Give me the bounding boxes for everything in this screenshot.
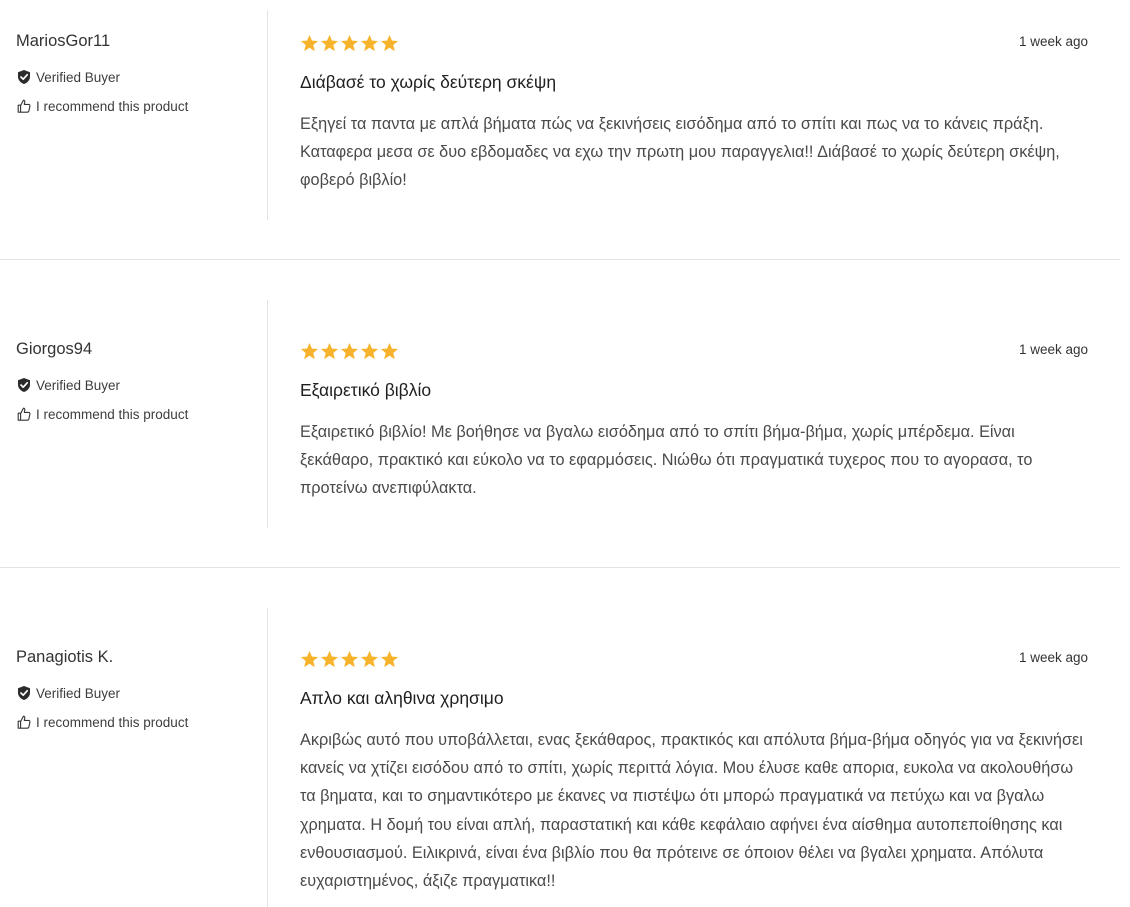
star-icon [380, 34, 399, 52]
shield-check-icon [18, 70, 30, 84]
review-card: Giorgos94 Verified Buyer I recommend thi… [0, 300, 1130, 528]
verified-buyer-badge: Verified Buyer [16, 685, 120, 701]
shield-check-icon [18, 686, 30, 700]
recommend-label: I recommend this product [36, 98, 189, 114]
thumbs-up-icon [17, 715, 31, 729]
star-icon [300, 650, 319, 668]
star-icon [340, 34, 359, 52]
recommend-indicator: I recommend this product [16, 406, 188, 422]
review-title: Διάβασέ το χωρίς δεύτερη σκέψη [300, 72, 557, 92]
verified-buyer-label: Verified Buyer [36, 69, 121, 85]
review-card: Panagiotis K. Verified Buyer I recommend… [0, 608, 1130, 907]
star-rating [300, 650, 399, 669]
star-icon [320, 34, 339, 52]
column-divider [267, 608, 268, 907]
review-date: 1 week ago [1018, 650, 1088, 665]
star-icon [320, 342, 339, 360]
star-rating [300, 34, 399, 53]
column-divider [267, 10, 268, 220]
thumbs-up-icon [17, 99, 31, 113]
thumbs-up-icon [17, 407, 31, 421]
review-title: Απλο και αληθινα χρησιμο [300, 688, 504, 708]
reviewer-name: Giorgos94 [16, 340, 93, 358]
star-icon [380, 650, 399, 668]
star-icon [300, 342, 319, 360]
star-icon [360, 650, 379, 668]
recommend-label: I recommend this product [36, 714, 189, 730]
reviewer-name: MariosGor11 [16, 32, 111, 50]
review-body: Εξαιρετικό βιβλίο! Με βοήθησε να βγαλω ε… [300, 423, 1033, 498]
review-separator [0, 259, 1120, 260]
column-divider [267, 300, 268, 528]
reviewer-name: Panagiotis K. [16, 648, 114, 666]
review-separator [0, 567, 1120, 568]
recommend-label: I recommend this product [36, 406, 189, 422]
star-icon [300, 34, 319, 52]
recommend-indicator: I recommend this product [16, 98, 188, 114]
review-body: Ακριβώς αυτό που υποβάλλεται, ενας ξεκάθ… [300, 731, 1083, 891]
review-body: Εξηγεί τα παντα με απλά βήματα πώς να ξε… [300, 115, 1060, 190]
review-title: Εξαιρετικό βιβλίο [300, 380, 432, 400]
star-icon [360, 34, 379, 52]
verified-buyer-label: Verified Buyer [36, 685, 121, 701]
review-date: 1 week ago [1018, 34, 1088, 49]
star-icon [380, 342, 399, 360]
star-icon [340, 342, 359, 360]
star-rating [300, 342, 399, 361]
star-icon [340, 650, 359, 668]
star-icon [360, 342, 379, 360]
review-date: 1 week ago [1018, 342, 1088, 357]
shield-check-icon [18, 378, 30, 392]
recommend-indicator: I recommend this product [16, 714, 188, 730]
review-card: MariosGor11 Verified Buyer I recommend t… [0, 10, 1130, 220]
verified-buyer-badge: Verified Buyer [16, 69, 120, 85]
star-icon [320, 650, 339, 668]
verified-buyer-badge: Verified Buyer [16, 377, 120, 393]
verified-buyer-label: Verified Buyer [36, 377, 121, 393]
